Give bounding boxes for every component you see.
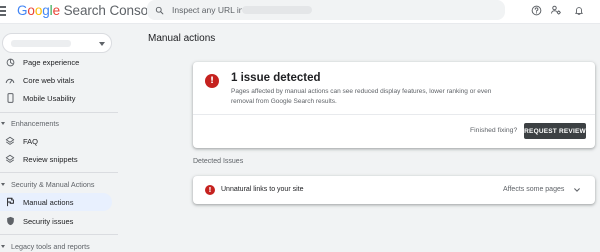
error-icon: ! [205, 185, 215, 195]
divider [0, 112, 118, 113]
sidebar-item-mobile-usability[interactable]: Mobile Usability [0, 89, 112, 107]
sidebar-item-label: Manual actions [23, 197, 74, 207]
issue-description: Pages affected by manual actions can see… [231, 88, 492, 105]
product-logo[interactable]: Google Search Console [17, 3, 158, 18]
phone-icon [5, 93, 15, 103]
detected-issues-heading: Detected Issues [193, 158, 244, 165]
divider [0, 172, 118, 173]
chevron-down-icon [99, 42, 105, 46]
sidebar-item-label: Mobile Usability [23, 93, 76, 103]
sidebar-item-faq[interactable]: FAQ [0, 132, 112, 150]
error-icon: ! [205, 74, 219, 88]
flag-icon [5, 197, 15, 207]
divider [0, 234, 118, 235]
page-experience-icon [5, 57, 15, 67]
help-icon[interactable] [529, 3, 543, 17]
collapse-triangle-icon [1, 244, 5, 248]
section-legacy-tools[interactable]: Legacy tools and reports [0, 239, 90, 252]
issue-row-label: Unnatural links to your site [221, 186, 304, 193]
app-header: Google Search Console [0, 0, 600, 24]
property-name-redacted [11, 40, 71, 47]
request-review-button[interactable]: REQUEST REVIEW [524, 123, 586, 139]
section-label: Security & Manual Actions [11, 179, 95, 189]
shield-icon [5, 216, 15, 226]
search-icon [155, 6, 164, 14]
sidebar-item-label: Page experience [23, 57, 80, 67]
main-menu-icon[interactable] [0, 2, 6, 20]
issue-row-status: Affects some pages [503, 186, 565, 193]
manage-users-icon[interactable] [549, 3, 563, 17]
manual-actions-summary-card: ! 1 issue detected Pages affected by man… [193, 62, 595, 148]
sidebar-item-security-issues[interactable]: Security issues [0, 212, 112, 230]
layers-icon [5, 136, 15, 146]
chevron-down-icon[interactable] [573, 186, 581, 194]
page-title: Manual actions [148, 33, 216, 44]
section-enhancements[interactable]: Enhancements [0, 116, 59, 130]
finished-fixing-prompt: Finished fixing? [470, 127, 518, 134]
google-wordmark: Google [17, 3, 60, 18]
bell-icon[interactable] [572, 3, 586, 17]
section-label: Legacy tools and reports [11, 241, 90, 251]
collapse-triangle-icon [1, 121, 5, 125]
product-name: Search Console [63, 3, 159, 18]
sidebar-item-review-snippets[interactable]: Review snippets [0, 150, 112, 168]
section-security-manual-actions[interactable]: Security & Manual Actions [0, 177, 95, 191]
layers-icon [5, 154, 15, 164]
search-input[interactable] [172, 5, 242, 15]
sidebar-item-label: FAQ [23, 136, 39, 146]
sidebar-item-page-experience[interactable]: Page experience [0, 53, 112, 71]
property-selector[interactable] [2, 33, 112, 53]
sidebar-item-manual-actions[interactable]: Manual actions [0, 193, 112, 211]
sidebar-item-label: Security issues [23, 216, 74, 226]
property-url-redacted [242, 6, 312, 14]
section-label: Enhancements [11, 118, 59, 128]
sidebar-item-core-web-vitals[interactable]: Core web vitals [0, 71, 112, 89]
url-inspection-search[interactable] [147, 0, 505, 20]
divider [193, 114, 595, 115]
issue-count-title: 1 issue detected [231, 72, 321, 84]
speedometer-icon [5, 75, 15, 85]
sidebar-item-label: Core web vitals [23, 75, 75, 85]
sidebar-nav: Page experience Core web vitals Mobile U… [0, 24, 118, 252]
issue-row[interactable]: ! Unnatural links to your site Affects s… [193, 176, 595, 204]
collapse-triangle-icon [1, 182, 5, 186]
sidebar-item-label: Review snippets [23, 154, 78, 164]
